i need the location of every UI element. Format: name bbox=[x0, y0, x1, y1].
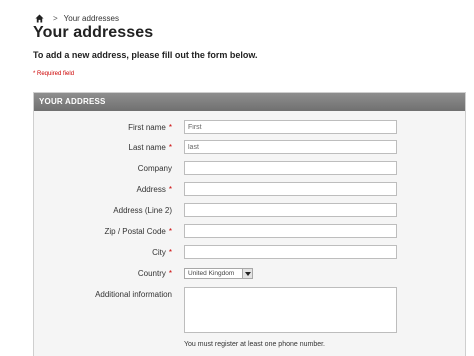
required-star: * bbox=[168, 269, 172, 278]
lastname-label: Last name * bbox=[128, 143, 172, 152]
company-input[interactable] bbox=[184, 161, 397, 175]
required-star: * bbox=[168, 248, 172, 257]
breadcrumb-current: Your addresses bbox=[63, 13, 119, 23]
country-selected-value: United Kingdom bbox=[188, 270, 235, 277]
additional-info-textarea[interactable] bbox=[184, 287, 397, 333]
other-row: Additional information bbox=[34, 287, 465, 335]
city-row: City * bbox=[34, 245, 465, 261]
address-input[interactable] bbox=[184, 182, 397, 196]
address2-row: Address (Line 2) bbox=[34, 203, 465, 219]
chevron-down-icon[interactable] bbox=[242, 269, 252, 278]
intro-text: To add a new address, please fill out th… bbox=[33, 50, 258, 60]
page-title: Your addresses bbox=[33, 24, 154, 41]
address-label: Address * bbox=[136, 185, 172, 194]
company-label: Company bbox=[137, 164, 172, 173]
required-star: * bbox=[168, 227, 172, 236]
required-field-note: * Required field bbox=[33, 71, 75, 77]
city-label: City * bbox=[152, 248, 172, 257]
breadcrumb-separator: > bbox=[53, 13, 58, 23]
postcode-input[interactable] bbox=[184, 224, 397, 238]
required-star: * bbox=[168, 143, 172, 152]
country-row: Country * United Kingdom bbox=[34, 266, 465, 282]
city-input[interactable] bbox=[184, 245, 397, 259]
firstname-row: First name * bbox=[34, 120, 465, 136]
phone-note: You must register at least one phone num… bbox=[184, 341, 325, 348]
address2-label: Address (Line 2) bbox=[113, 206, 172, 215]
firstname-input[interactable] bbox=[184, 120, 397, 134]
country-label: Country * bbox=[137, 269, 172, 278]
lastname-row: Last name * bbox=[34, 140, 465, 156]
firstname-label: First name * bbox=[128, 123, 172, 132]
home-icon[interactable] bbox=[35, 13, 44, 23]
other-label: Additional information bbox=[95, 290, 172, 299]
country-select[interactable]: United Kingdom bbox=[184, 268, 253, 279]
panel-header: YOUR ADDRESS bbox=[34, 93, 465, 111]
required-star: * bbox=[168, 185, 172, 194]
lastname-input[interactable] bbox=[184, 140, 397, 154]
breadcrumb: > Your addresses bbox=[35, 12, 119, 24]
required-star: * bbox=[168, 123, 172, 132]
postcode-label: Zip / Postal Code * bbox=[104, 227, 173, 236]
address-form-panel: YOUR ADDRESS First name* Last name* Comp… bbox=[33, 92, 466, 356]
postcode-row: Zip / Postal Code * bbox=[34, 224, 465, 240]
company-row: Company bbox=[34, 161, 465, 177]
address2-input[interactable] bbox=[184, 203, 397, 217]
address-row: Address * bbox=[34, 182, 465, 198]
